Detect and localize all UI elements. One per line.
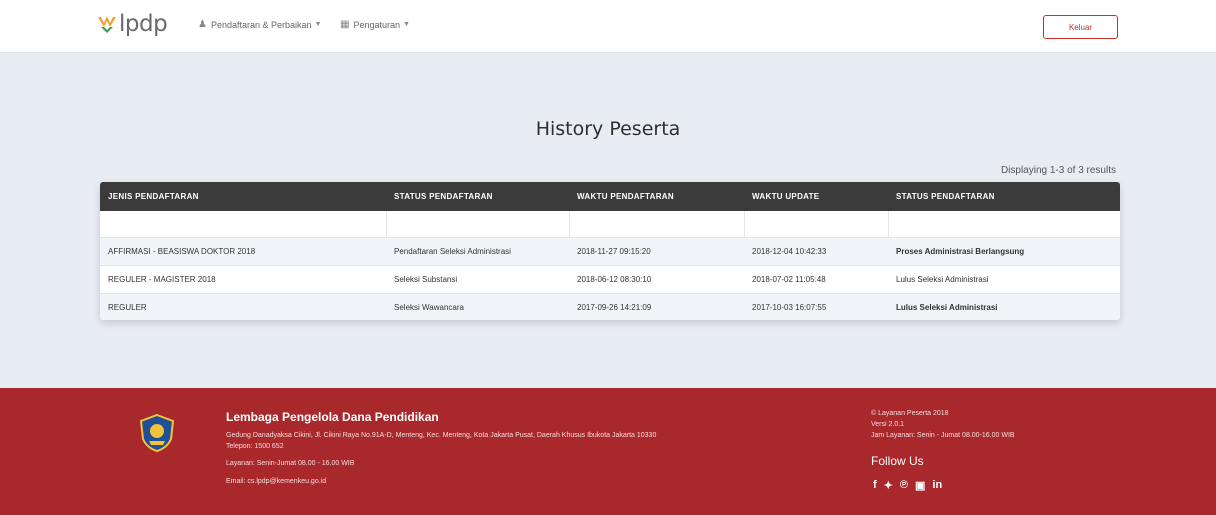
footer-hours: Layanan: Senin-Jumat 08.00 - 16.00 WIB xyxy=(226,460,355,467)
twitter-icon[interactable]: ✦ xyxy=(884,479,893,492)
cell-waktu-update: 2018-07-02 11:05:48 xyxy=(744,264,888,293)
footer-right-version: Versi 2.0.1 xyxy=(871,421,905,428)
cell-status[interactable]: Pendaftaran Seleksi Administrasi xyxy=(386,236,569,265)
col-header-waktu-pendaftaran[interactable]: WAKTU PENDAFTARAN xyxy=(569,182,744,211)
linkedin-icon[interactable]: in xyxy=(932,479,942,492)
filter-cell[interactable] xyxy=(888,211,1120,237)
cell-waktu-pendaftaran: 2017-09-26 14:21:09 xyxy=(569,292,744,320)
history-table: JENIS PENDAFTARAN STATUS PENDAFTARAN WAK… xyxy=(100,182,1120,320)
footer: Lembaga Pengelola Dana Pendidikan Gedung… xyxy=(0,388,1216,515)
filter-cell[interactable] xyxy=(569,211,745,237)
displaying-results: Displaying 1-3 of 3 results xyxy=(1000,165,1116,176)
social-links: f ✦ ℗ ▣ in xyxy=(873,479,942,492)
table-row[interactable]: REGULER Seleksi Wawancara 2017-09-26 14:… xyxy=(100,292,1120,320)
footer-right-copyright: © Layanan Peserta 2018 xyxy=(871,410,949,417)
col-header-status-pendaftaran[interactable]: STATUS PENDAFTARAN xyxy=(888,182,1120,211)
navbar: lpdp ♟ Pendaftaran & Perbaikan ▼ ▦ Penga… xyxy=(0,0,1216,53)
cell-waktu-update: 2018-12-04 10:42:33 xyxy=(744,236,888,265)
cell-jenis: REGULER - MAGISTER 2018 xyxy=(100,264,386,293)
nav-menu-pengaturan-label: Pengaturan xyxy=(353,19,400,30)
lpdp-logo[interactable]: lpdp xyxy=(96,9,168,39)
org-name: Lembaga Pengelola Dana Pendidikan xyxy=(226,410,439,424)
logout-button[interactable]: Keluar xyxy=(1043,15,1118,39)
instagram-icon[interactable]: ▣ xyxy=(915,479,925,492)
filter-cell[interactable] xyxy=(100,211,387,237)
col-header-status[interactable]: STATUS PENDAFTARAN xyxy=(386,182,569,211)
user-icon: ♟ xyxy=(198,19,207,30)
cell-jenis: REGULER xyxy=(100,292,386,320)
cell-status-pendaftaran: Lulus Seleksi Administrasi xyxy=(888,264,1120,293)
filter-cell[interactable] xyxy=(386,211,570,237)
lpdp-logo-icon xyxy=(98,16,116,33)
cell-jenis: AFFIRMASI - BEASISWA DOKTOR 2018 xyxy=(100,236,386,265)
col-header-waktu-update[interactable]: WAKTU UPDATE xyxy=(744,182,888,211)
filter-row xyxy=(100,211,1120,237)
cell-waktu-pendaftaran: 2018-06-12 08:30:10 xyxy=(569,264,744,293)
nav-menu-pengaturan[interactable]: ▦ Pengaturan ▼ xyxy=(340,19,410,30)
cell-status-pendaftaran: Lulus Seleksi Administrasi xyxy=(888,292,1120,320)
footer-phone: Telepon: 1500 652 xyxy=(226,443,284,450)
page-title: History Peserta xyxy=(535,118,681,140)
cell-waktu-pendaftaran: 2018-11-27 09:15:20 xyxy=(569,236,744,265)
cell-status[interactable]: Seleksi Substansi xyxy=(386,264,569,293)
cell-status[interactable]: Seleksi Wawancara xyxy=(386,292,569,320)
cell-status-pendaftaran: Proses Administrasi Berlangsung xyxy=(888,236,1120,265)
follow-us-heading: Follow Us xyxy=(871,454,924,468)
table-row[interactable]: AFFIRMASI - BEASISWA DOKTOR 2018 Pendaft… xyxy=(100,236,1120,265)
footer-address: Gedung Danadyaksa Cikini, Jl. Cikini Ray… xyxy=(226,432,657,439)
table-row[interactable]: REGULER - MAGISTER 2018 Seleksi Substans… xyxy=(100,264,1120,293)
kemenkeu-emblem-icon xyxy=(139,413,175,453)
caret-down-icon: ▼ xyxy=(314,21,322,28)
grid-icon: ▦ xyxy=(340,19,350,30)
footer-right-hours: Jam Layanan: Senin - Jumat 08.00-16.00 W… xyxy=(871,432,1015,439)
pinterest-icon[interactable]: ℗ xyxy=(900,479,908,492)
col-header-jenis[interactable]: JENIS PENDAFTARAN xyxy=(100,182,386,211)
nav-menu-pendaftaran[interactable]: ♟ Pendaftaran & Perbaikan ▼ xyxy=(198,19,321,30)
facebook-icon[interactable]: f xyxy=(873,479,877,492)
filter-cell[interactable] xyxy=(744,211,889,237)
footer-email[interactable]: Email: cs.lpdp@kemenkeu.go.id xyxy=(226,478,326,485)
cell-waktu-update: 2017-10-03 16:07:55 xyxy=(744,292,888,320)
caret-down-icon: ▼ xyxy=(403,21,410,28)
nav-menu-pendaftaran-label: Pendaftaran & Perbaikan xyxy=(210,19,312,30)
table-header-row: JENIS PENDAFTARAN STATUS PENDAFTARAN WAK… xyxy=(100,182,1120,211)
logo-text: lpdp xyxy=(119,11,168,37)
